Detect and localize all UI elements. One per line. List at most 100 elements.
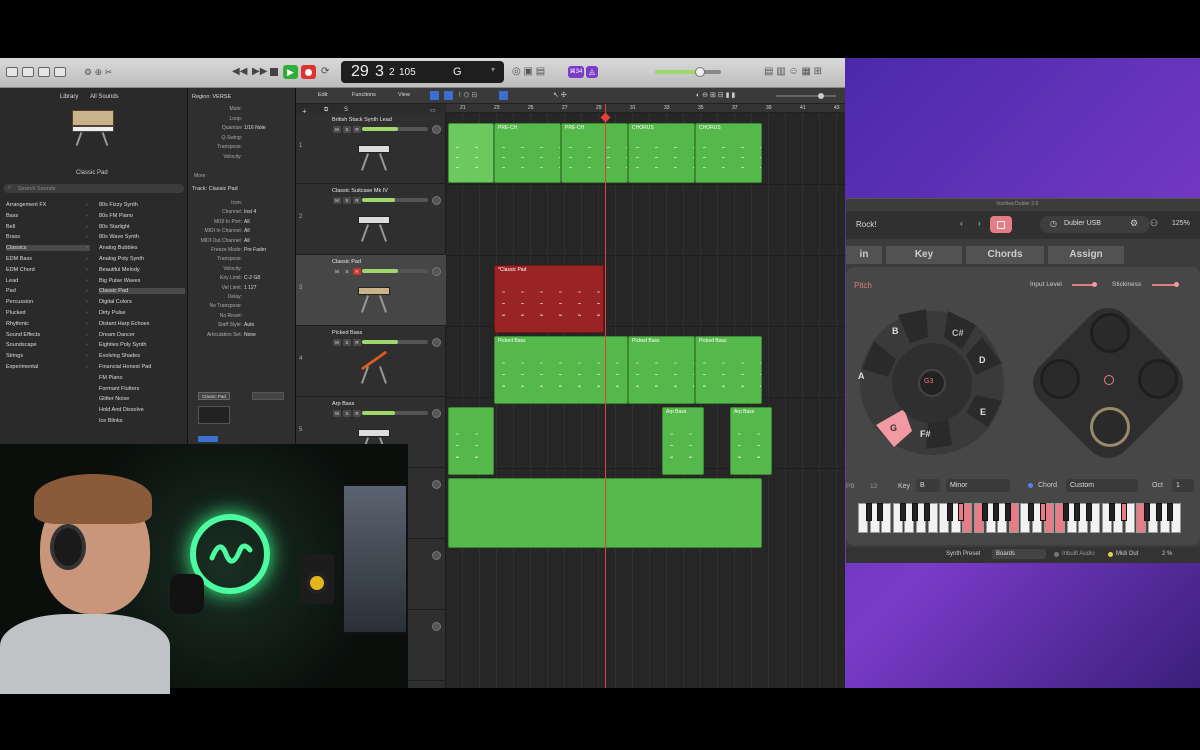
pan-knob[interactable] (432, 409, 441, 418)
lcd-display[interactable]: 29 3 2 105 G ▾ (341, 61, 504, 83)
piano-black-key[interactable] (1004, 503, 1011, 521)
track-name[interactable]: Picked Bass (332, 330, 362, 336)
record-enable-button[interactable]: R (353, 126, 361, 133)
piano-black-key[interactable] (923, 503, 930, 521)
mute-button[interactable]: M (333, 197, 341, 204)
track-param-value[interactable]: 1 127 (244, 285, 257, 291)
pan-knob[interactable] (432, 196, 441, 205)
patch-item[interactable]: Financial Honest Pad (99, 364, 151, 370)
pan-knob[interactable] (432, 622, 441, 631)
category-item[interactable]: Bell (6, 224, 15, 230)
synth-preset-select[interactable]: Boards (992, 549, 1046, 559)
patch-item[interactable]: 80s FM Piano (99, 213, 133, 219)
editors-icons[interactable]: ▤ ▥ ☺ ▦ ⊞ (764, 66, 822, 77)
volume-fader[interactable] (362, 411, 428, 415)
patch-item[interactable]: Classic Pad (99, 288, 185, 295)
key-select[interactable]: B (916, 479, 940, 492)
inspector-toggle-icon[interactable] (22, 67, 34, 77)
master-volume-slider[interactable] (655, 67, 721, 77)
piano-black-key[interactable] (946, 503, 953, 521)
playhead[interactable] (605, 104, 606, 688)
catch-icon[interactable] (444, 91, 453, 100)
input-level-slider[interactable] (1072, 282, 1097, 287)
settings-icon[interactable]: ⚙ (1130, 218, 1138, 229)
track-param-value[interactable]: C-2 G8 (244, 275, 260, 281)
category-item[interactable]: Rhythmic (6, 321, 29, 327)
region-arp-bass-1[interactable] (448, 407, 494, 475)
prev-preset-icon[interactable]: ‹ (960, 219, 963, 228)
region-arp-bass-3[interactable]: Arp Bass (730, 407, 772, 475)
patch-item[interactable]: Dirty Pulse (99, 310, 126, 316)
region-track1-prech-2[interactable]: PRE-CH (561, 123, 628, 183)
ruler[interactable]: 21 23 25 27 29 31 33 35 37 39 41 43 (446, 104, 845, 113)
solo-button[interactable]: S (343, 268, 351, 275)
piano-black-key[interactable] (1085, 503, 1092, 521)
track-name[interactable]: Classic Pad (332, 259, 361, 265)
category-item[interactable]: Pad (6, 288, 16, 294)
category-item[interactable]: Brass (6, 234, 20, 240)
category-item[interactable]: Soundscape (6, 342, 37, 348)
patch-item[interactable]: 80s Wave Synth (99, 234, 139, 240)
more-toggle[interactable]: More (194, 173, 205, 179)
piano-black-key[interactable] (1027, 503, 1034, 521)
piano-black-key[interactable] (900, 503, 907, 521)
category-item[interactable]: Sound Effects (6, 332, 40, 338)
volume-fader[interactable] (362, 198, 428, 202)
track-header[interactable]: Track: Classic Pad (192, 186, 238, 192)
region-header[interactable]: Region: VERSE (192, 94, 231, 100)
record-enable-button[interactable]: R (353, 410, 361, 417)
stickiness-slider[interactable] (1152, 282, 1179, 287)
note-f-sharp[interactable]: F# (920, 429, 931, 439)
pan-knob[interactable] (432, 551, 441, 560)
record-enable-button[interactable]: R (353, 339, 361, 346)
patch-item[interactable]: Eighties Poly Synth (99, 342, 146, 348)
save-preset-button[interactable] (990, 216, 1012, 233)
patch-item[interactable]: Formant Flutters (99, 386, 139, 392)
piano-black-key[interactable] (981, 503, 988, 521)
user-icon[interactable]: ⚇ (1150, 218, 1158, 229)
category-item[interactable]: Plucked (6, 310, 26, 316)
tab-key[interactable]: Key (886, 246, 962, 264)
region-arp-bass-2[interactable]: Arp Bass (662, 407, 704, 475)
patch-item[interactable]: Big Pulse Waves (99, 278, 140, 284)
mute-button[interactable]: M (333, 268, 341, 275)
pad-left[interactable] (1040, 359, 1080, 399)
piano-black-key[interactable] (993, 503, 1000, 521)
inbuilt-audio-toggle[interactable] (1054, 552, 1059, 557)
patch-item[interactable]: Analog Bubbles (99, 245, 138, 251)
patch-item[interactable]: Beautiful Melody (99, 267, 140, 273)
metronome-icon[interactable]: ◬ (586, 66, 598, 78)
track-name[interactable]: British Stack Synth Lead (332, 117, 392, 123)
note-b[interactable]: B (892, 326, 899, 336)
volume-fader[interactable] (362, 340, 428, 344)
track-header[interactable]: 2 Classic Suitcase Mk IV MSR (296, 184, 446, 255)
category-item[interactable]: EDM Chord (6, 267, 35, 273)
preset-name[interactable]: Rock! (856, 220, 876, 229)
piano-black-key[interactable] (877, 503, 884, 521)
zoom-icons[interactable]: ◐ ⊖ ⊞ ⊟ ▮ ▮ (696, 91, 735, 99)
track-param-value[interactable]: All (244, 219, 250, 225)
region-track1-prech-1[interactable]: PRE-CH (494, 123, 561, 183)
record-button[interactable] (301, 65, 316, 79)
channel-strip-name[interactable]: Classic Pad (198, 392, 230, 400)
piano-black-key[interactable] (1074, 503, 1081, 521)
solo-button[interactable]: S (343, 126, 351, 133)
next-preset-icon[interactable]: › (978, 219, 981, 228)
mute-button[interactable]: M (333, 126, 341, 133)
region-track1-chorus-2[interactable]: CHORUS (695, 123, 762, 183)
pointer-tool-icon[interactable]: ↖ ✣ (553, 91, 567, 99)
piano-black-key[interactable] (865, 503, 872, 521)
patch-item[interactable]: Hold And Dissolve (99, 407, 144, 413)
solo-button[interactable]: S (343, 339, 351, 346)
track-param-value[interactable]: Inst 4 (244, 209, 256, 215)
note-a[interactable]: A (858, 371, 865, 381)
play-button[interactable]: ▶ (283, 65, 298, 79)
pad-right[interactable] (1138, 359, 1178, 399)
patch-item[interactable]: Ice Blinks (99, 418, 123, 424)
snap-icon[interactable] (499, 91, 508, 100)
track-name[interactable]: Classic Suitcase Mk IV (332, 188, 388, 194)
forward-icon[interactable]: ▶▶ (252, 66, 267, 77)
patch-item[interactable]: FM Piano (99, 375, 123, 381)
toolbar-toggle-icon[interactable] (38, 67, 50, 77)
zoom-slider[interactable] (776, 93, 836, 99)
